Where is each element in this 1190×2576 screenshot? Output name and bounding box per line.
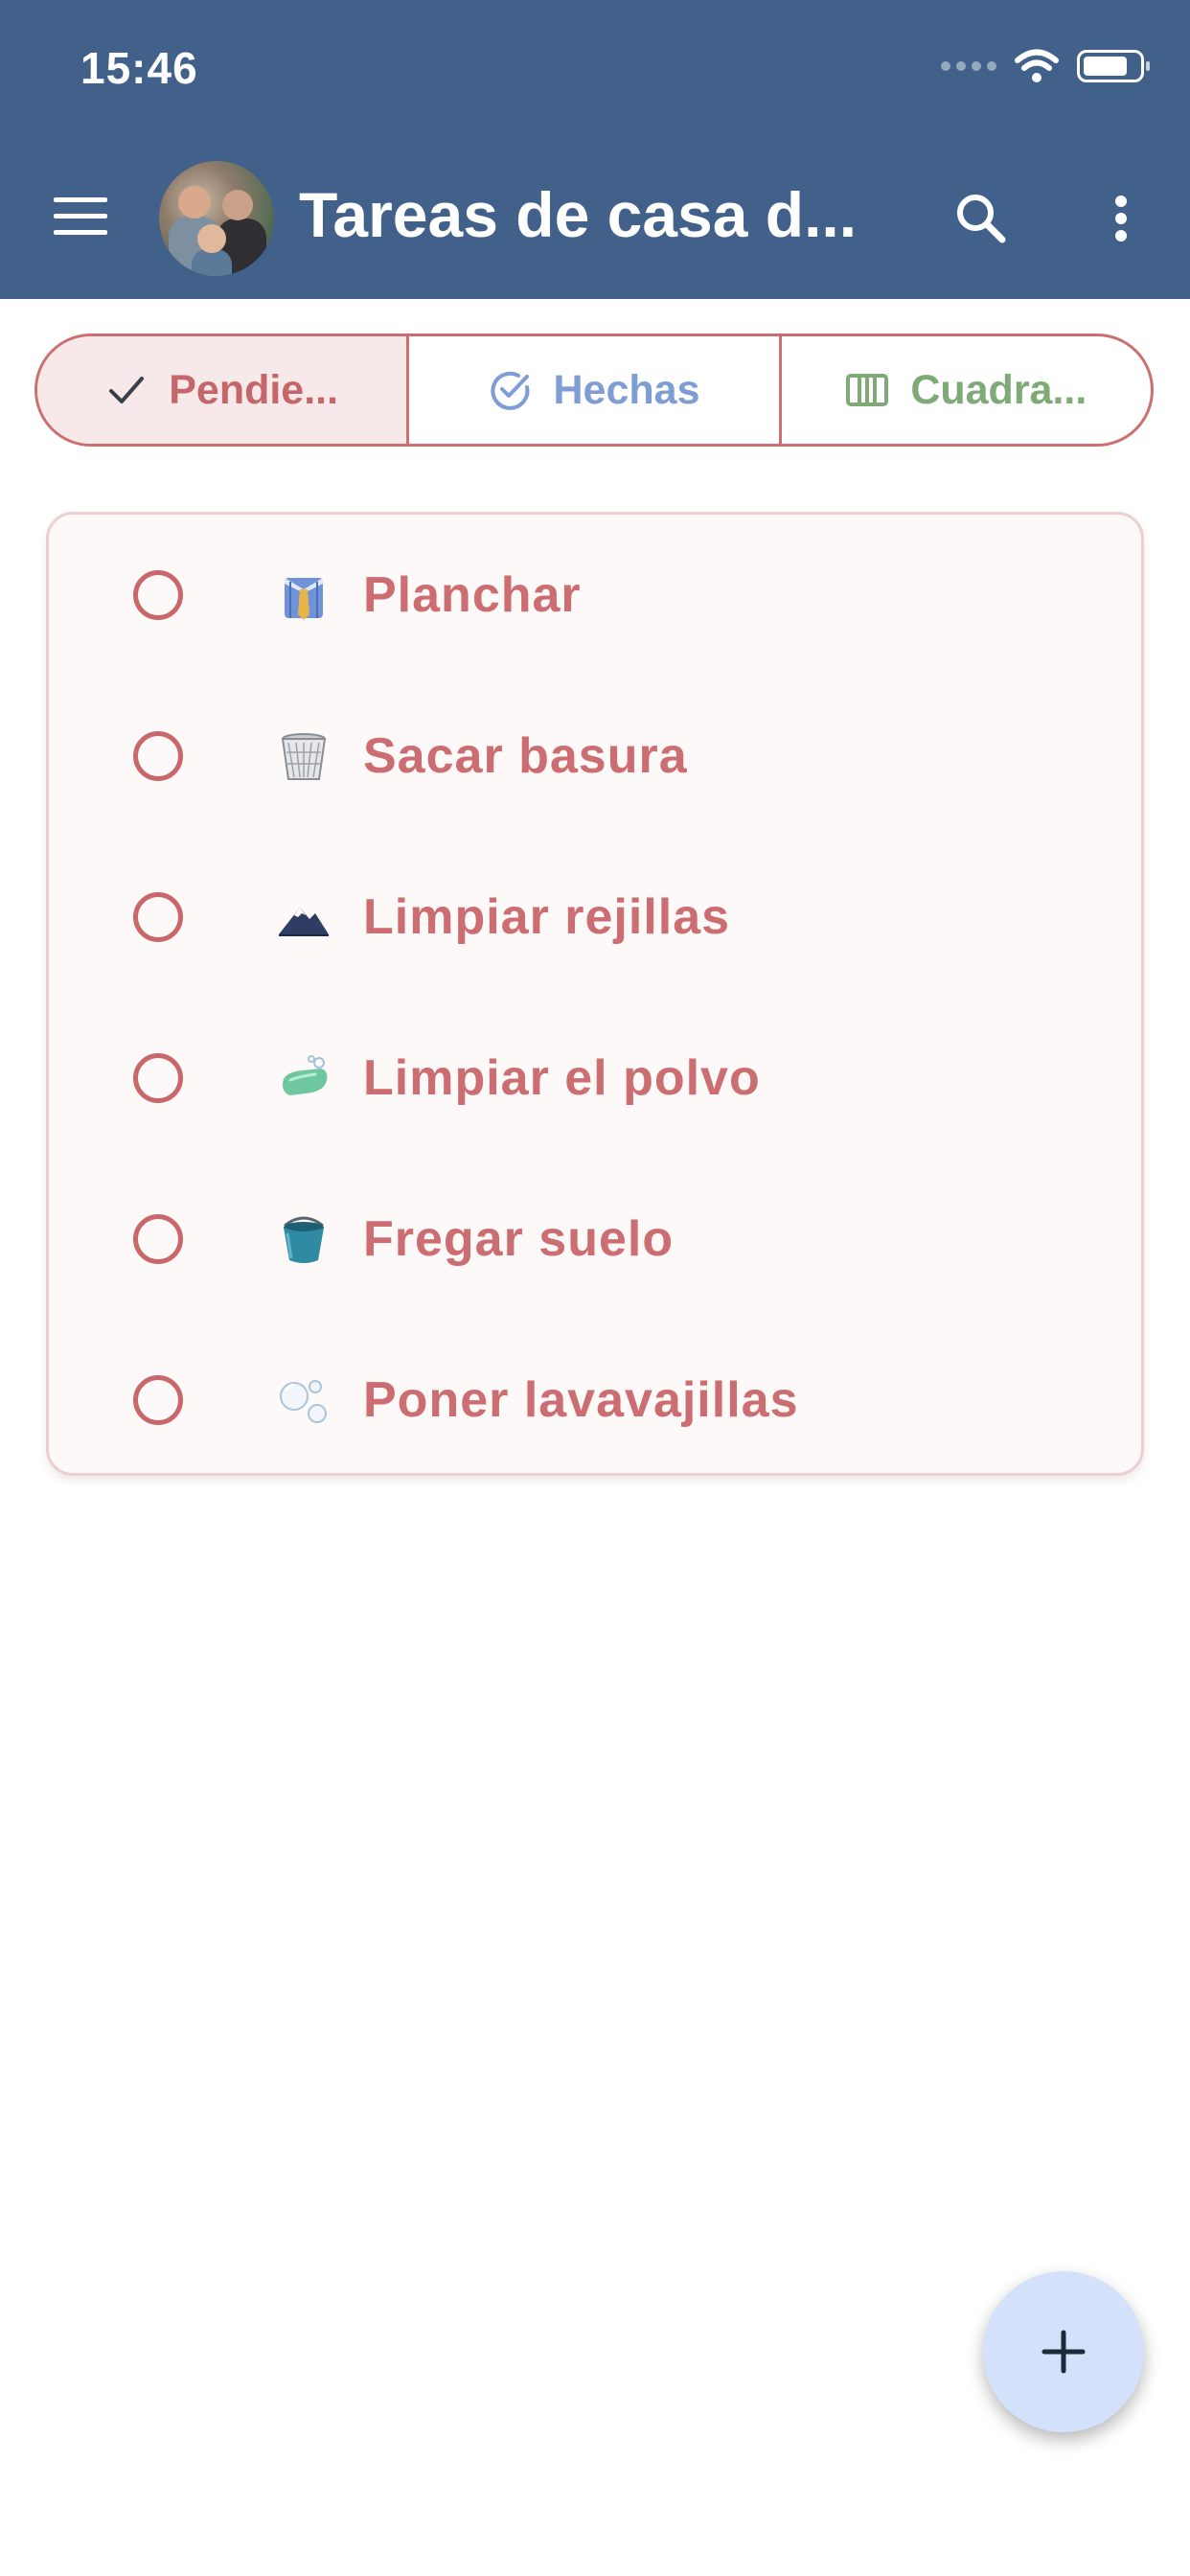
task-label: Sacar basura — [363, 728, 688, 784]
add-task-button[interactable] — [983, 2271, 1144, 2432]
tab-hechas-label: Hechas — [553, 366, 700, 413]
tab-cuadrante-label: Cuadra... — [910, 366, 1087, 413]
grid-columns-icon — [846, 374, 889, 406]
task-label: Fregar suelo — [363, 1211, 675, 1267]
check-circle-icon — [490, 371, 529, 410]
task-checkbox[interactable] — [133, 570, 183, 620]
shirt-tie-icon — [285, 578, 323, 620]
task-list: Planchar Sacar basura Limpiar rejillas L… — [46, 512, 1144, 1476]
menu-button[interactable] — [54, 197, 107, 236]
signal-dots-icon — [941, 61, 996, 71]
task-row[interactable]: Limpiar el polvo — [49, 998, 1141, 1159]
search-button[interactable] — [950, 188, 1012, 249]
page-title: Tareas de casa d... — [299, 179, 858, 250]
task-checkbox[interactable] — [133, 892, 183, 942]
task-checkbox[interactable] — [133, 1053, 183, 1103]
more-options-button[interactable] — [1090, 188, 1152, 249]
task-row[interactable]: Planchar — [49, 515, 1141, 676]
app-bar: 15:46 Tareas de casa d... — [0, 0, 1190, 299]
tab-pendientes-label: Pendie... — [169, 366, 339, 413]
task-label: Planchar — [363, 567, 582, 623]
tab-cuadrante[interactable]: Cuadra... — [778, 336, 1151, 444]
status-time: 15:46 — [80, 43, 198, 93]
wastebasket-icon — [281, 733, 327, 780]
check-icon — [109, 377, 145, 403]
task-row[interactable]: Limpiar rejillas — [49, 837, 1141, 998]
avatar[interactable] — [159, 161, 274, 276]
task-label: Limpiar el polvo — [363, 1050, 761, 1106]
battery-icon — [1077, 50, 1150, 82]
task-row[interactable]: Fregar suelo — [49, 1159, 1141, 1320]
task-label: Poner lavavajillas — [363, 1372, 799, 1428]
more-vertical-icon — [1115, 196, 1127, 242]
task-checkbox[interactable] — [133, 1214, 183, 1264]
bucket-icon — [284, 1216, 324, 1263]
menu-icon — [54, 197, 107, 202]
task-checkbox[interactable] — [133, 1375, 183, 1425]
task-label: Limpiar rejillas — [363, 889, 731, 945]
plus-icon — [1041, 2330, 1086, 2374]
task-row[interactable]: Poner lavavajillas — [49, 1320, 1141, 1481]
soap-icon — [283, 1055, 328, 1095]
mountain-icon — [279, 908, 329, 936]
wifi-icon — [1015, 49, 1059, 82]
bubbles-icon — [280, 1380, 327, 1423]
task-checkbox[interactable] — [133, 731, 183, 781]
task-row[interactable]: Sacar basura — [49, 676, 1141, 837]
search-icon — [957, 195, 1006, 243]
tab-pendientes[interactable]: Pendie... — [37, 336, 407, 444]
tab-hechas[interactable]: Hechas — [406, 336, 778, 444]
filter-segmented-control: Pendie... Hechas Cuadra... — [34, 334, 1154, 447]
status-icons — [941, 48, 1150, 84]
